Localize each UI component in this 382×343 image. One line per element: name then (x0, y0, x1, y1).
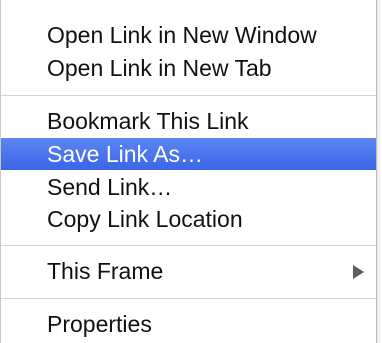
menu-shadow (377, 0, 382, 343)
menu-separator (1, 298, 376, 299)
context-menu: Open Link in New Window Open Link in New… (0, 0, 377, 343)
menu-item-this-frame[interactable]: This Frame (1, 255, 376, 287)
menu-item-label: Open Link in New Tab (47, 55, 272, 81)
menu-item-bookmark-this-link[interactable]: Bookmark This Link (1, 105, 376, 137)
menu-item-open-link-new-tab[interactable]: Open Link in New Tab (1, 52, 376, 84)
menu-item-label: Send Link… (47, 174, 173, 200)
menu-item-save-link-as[interactable]: Save Link As… (1, 138, 376, 170)
menu-separator (1, 95, 376, 96)
menu-item-label: Copy Link Location (47, 206, 243, 232)
menu-item-label: Bookmark This Link (47, 108, 249, 134)
chevron-right-icon (353, 265, 364, 279)
menu-item-label: Open Link in New Window (47, 22, 317, 48)
menu-item-send-link[interactable]: Send Link… (1, 171, 376, 203)
menu-separator (1, 245, 376, 246)
menu-item-label: Save Link As… (47, 141, 203, 167)
menu-item-properties[interactable]: Properties (1, 308, 376, 340)
menu-item-label: This Frame (47, 258, 164, 284)
menu-item-label: Properties (47, 311, 152, 337)
menu-item-open-link-new-window[interactable]: Open Link in New Window (1, 19, 376, 51)
menu-item-copy-link-location[interactable]: Copy Link Location (1, 203, 376, 235)
